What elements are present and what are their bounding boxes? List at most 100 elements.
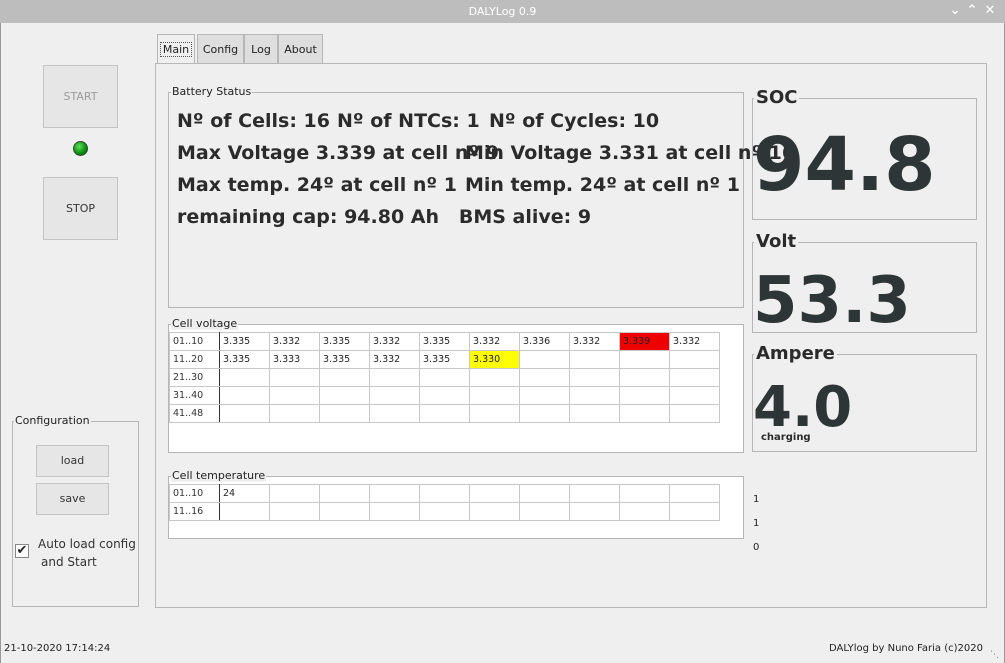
voltage-cell [619,386,670,405]
temperature-cell [269,502,320,521]
temperature-cell [369,502,420,521]
auto-load-label-line2: and Start [41,555,97,569]
voltage-cell [619,404,670,423]
tab-log[interactable]: Log [244,34,278,63]
temperature-cell [619,502,670,521]
voltage-cell [419,404,470,423]
temperature-cell [319,484,370,503]
min-temp: Min temp. 24º at cell nº 1 [465,174,740,196]
voltage-cell [219,404,270,423]
voltage-cell [369,368,420,387]
load-button[interactable]: load [36,445,109,477]
temperature-row: 01..10 24 [169,484,720,503]
voltage-cell: 3.336 [519,332,570,351]
voltage-cell [319,368,370,387]
voltage-cell [269,404,320,423]
temperature-row-header: 11..16 [169,502,220,521]
voltage-row: 31..40 [169,386,720,405]
voltage-cell [669,368,720,387]
start-button[interactable]: START [43,65,118,128]
tab-main-label: Main [159,42,193,57]
temperature-row-header: 01..10 [169,484,220,503]
voltage-cell: 3.332 [669,332,720,351]
voltage-row-header: 31..40 [169,386,220,405]
cells-count: Nº of Cells: 16 [177,110,330,132]
voltage-cell: 3.332 [469,332,520,351]
voltage-row: 01..10 3.335 3.332 3.335 3.332 3.335 3.332 3.33… [169,332,720,351]
side-number-3: 0 [753,542,760,553]
temperature-cell: 24 [219,484,270,503]
tab-config[interactable]: Config [197,34,244,63]
cycles-count: Nº of Cycles: 10 [489,110,660,132]
temperature-cell [419,484,470,503]
voltage-cell [569,386,620,405]
temperature-row: 11..16 [169,502,720,521]
voltage-cell: 3.335 [219,332,270,351]
auto-load-checkbox[interactable]: ✔ [15,544,29,558]
tab-about[interactable]: About [278,34,323,63]
voltage-row-header: 41..48 [169,404,220,423]
voltage-cell [619,350,670,369]
minimize-icon[interactable]: ⌄ [946,2,964,20]
tab-main[interactable]: Main [157,34,195,64]
volt-label: Volt [754,231,799,252]
voltage-cell: 3.335 [419,332,470,351]
voltage-cell [469,386,520,405]
voltage-cell [419,368,470,387]
cell-temperature-title: Cell temperature [171,469,267,482]
close-icon[interactable]: ✕ [981,2,999,20]
cell-temperature-table: 01..10 24 11..16 [169,484,720,521]
voltage-cell: 3.332 [369,350,420,369]
voltage-cell [669,404,720,423]
auto-load-label-line1: Auto load config [38,537,136,551]
title-bar: DALYLog 0.9 ⌄ ⌃ ✕ [0,0,1005,23]
voltage-cell [469,368,520,387]
voltage-cell: 3.332 [369,332,420,351]
temperature-cell [569,484,620,503]
voltage-cell [569,404,620,423]
max-temp: Max temp. 24º at cell nº 1 [177,174,457,196]
save-button[interactable]: save [36,483,109,515]
resize-grip-icon[interactable]: ⋱ [990,650,1002,662]
battery-status-title: Battery Status [171,85,253,98]
voltage-cell [269,368,320,387]
ampere-state: charging [761,432,811,443]
voltage-row-header: 01..10 [169,332,220,351]
tab-about-label: About [284,43,317,56]
side-number-2: 1 [753,518,760,529]
voltage-cell: 3.330 [469,350,520,369]
voltage-cell [519,386,570,405]
voltage-cell: 3.332 [269,332,320,351]
voltage-cell [219,368,270,387]
voltage-row-header: 11..20 [169,350,220,369]
voltage-cell [369,404,420,423]
temperature-cell [519,502,570,521]
voltage-cell [369,386,420,405]
tab-config-label: Config [202,43,239,56]
voltage-cell [669,386,720,405]
temperature-cell [219,502,270,521]
voltage-cell [419,386,470,405]
status-led [73,141,88,156]
temperature-cell [519,484,570,503]
voltage-row-header: 21..30 [169,368,220,387]
min-voltage: Min Voltage 3.331 at cell nº 16 [465,142,796,164]
temperature-cell [419,502,470,521]
voltage-cell: 3.333 [269,350,320,369]
soc-label: SOC [754,87,800,108]
maximize-icon[interactable]: ⌃ [963,2,981,20]
remaining-capacity: remaining cap: 94.80 Ah BMS alive: 9 [177,206,592,228]
stop-button[interactable]: STOP [43,177,118,240]
voltage-cell [219,386,270,405]
temperature-cell [469,484,520,503]
voltage-cell: 3.339 [619,332,670,351]
side-number-1: 1 [753,494,760,505]
credit-text: DALYlog by Nuno Faria (c)2020 [829,643,983,654]
voltage-cell [569,350,620,369]
voltage-cell [569,368,620,387]
configuration-title: Configuration [14,414,91,427]
ampere-label: Ampere [754,343,837,364]
volt-value: 53.3 [753,264,911,338]
voltage-cell: 3.335 [419,350,470,369]
voltage-row: 41..48 [169,404,720,423]
